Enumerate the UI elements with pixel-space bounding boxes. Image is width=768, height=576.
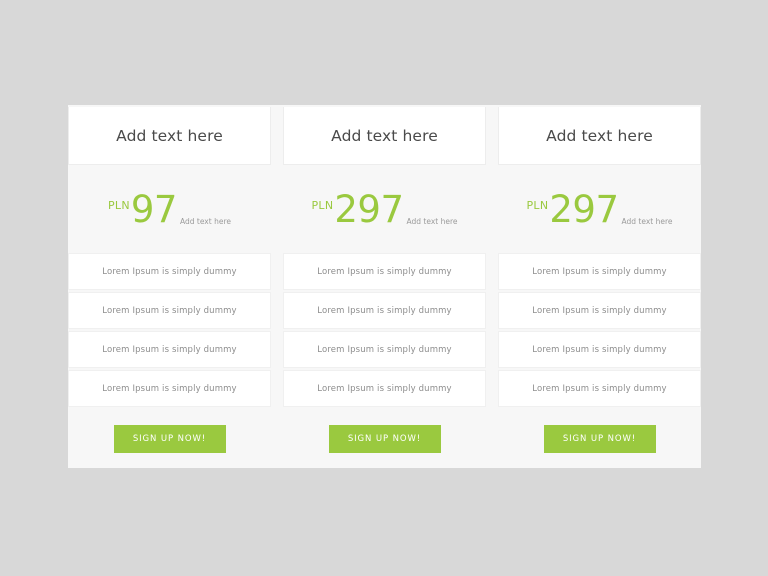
signup-button-2[interactable]: SIGN UP NOW! (328, 424, 441, 453)
price-amount-2: 297 (334, 187, 404, 231)
plan-header-2: Add text here (283, 107, 486, 165)
feature-text: Lorem Ipsum is simply dummy (317, 383, 452, 394)
price-inner-2: PLN 297 Add text here (311, 191, 457, 228)
plan-features-3: Lorem Ipsum is simply dummy Lorem Ipsum … (498, 253, 701, 409)
feature-text: Lorem Ipsum is simply dummy (102, 266, 237, 277)
plan-cta-1: SIGN UP NOW! (68, 409, 271, 468)
plan-title-3: Add text here (546, 126, 653, 145)
feature-text: Lorem Ipsum is simply dummy (102, 383, 237, 394)
feature-text: Lorem Ipsum is simply dummy (532, 383, 667, 394)
feature-row: Lorem Ipsum is simply dummy (68, 253, 271, 290)
feature-row: Lorem Ipsum is simply dummy (498, 253, 701, 290)
feature-row: Lorem Ipsum is simply dummy (498, 292, 701, 329)
feature-text: Lorem Ipsum is simply dummy (317, 305, 452, 316)
price-currency-3: PLN (526, 198, 549, 212)
feature-row: Lorem Ipsum is simply dummy (283, 292, 486, 329)
price-currency-1: PLN (108, 198, 130, 212)
feature-text: Lorem Ipsum is simply dummy (532, 266, 667, 277)
plan-header-3: Add text here (498, 107, 701, 165)
feature-row: Lorem Ipsum is simply dummy (283, 370, 486, 407)
plan-column-1: Add text here PLN 97 Add text here Lorem… (68, 105, 271, 468)
price-suffix-3: Add text here (621, 216, 673, 226)
plan-header-1: Add text here (68, 107, 271, 165)
price-suffix-1: Add text here (179, 216, 231, 226)
signup-button-1[interactable]: SIGN UP NOW! (113, 424, 226, 453)
feature-text: Lorem Ipsum is simply dummy (317, 344, 452, 355)
feature-row: Lorem Ipsum is simply dummy (68, 370, 271, 407)
plan-cta-2: SIGN UP NOW! (283, 409, 486, 468)
price-currency-2: PLN (311, 198, 334, 212)
price-amount-3: 297 (549, 187, 619, 231)
price-inner-3: PLN 297 Add text here (526, 191, 672, 228)
plan-features-1: Lorem Ipsum is simply dummy Lorem Ipsum … (68, 253, 271, 409)
price-amount-1: 97 (130, 187, 178, 231)
signup-button-3[interactable]: SIGN UP NOW! (543, 424, 656, 453)
column-gap (271, 105, 283, 468)
price-suffix-2: Add text here (406, 216, 458, 226)
pricing-columns: Add text here PLN 97 Add text here Lorem… (68, 105, 701, 468)
feature-row: Lorem Ipsum is simply dummy (283, 253, 486, 290)
plan-title-2: Add text here (331, 126, 438, 145)
pricing-table-panel: Add text here PLN 97 Add text here Lorem… (68, 105, 701, 468)
feature-text: Lorem Ipsum is simply dummy (317, 266, 452, 277)
plan-title-1: Add text here (116, 126, 223, 145)
feature-text: Lorem Ipsum is simply dummy (532, 344, 667, 355)
feature-row: Lorem Ipsum is simply dummy (68, 331, 271, 368)
feature-row: Lorem Ipsum is simply dummy (498, 331, 701, 368)
plan-cta-3: SIGN UP NOW! (498, 409, 701, 468)
feature-row: Lorem Ipsum is simply dummy (498, 370, 701, 407)
feature-text: Lorem Ipsum is simply dummy (102, 305, 237, 316)
price-inner-1: PLN 97 Add text here (108, 191, 231, 228)
feature-row: Lorem Ipsum is simply dummy (283, 331, 486, 368)
column-gap (486, 105, 498, 468)
feature-text: Lorem Ipsum is simply dummy (532, 305, 667, 316)
plan-column-2: Add text here PLN 297 Add text here Lore… (283, 105, 486, 468)
feature-text: Lorem Ipsum is simply dummy (102, 344, 237, 355)
plan-price-1: PLN 97 Add text here (68, 165, 271, 253)
plan-price-3: PLN 297 Add text here (498, 165, 701, 253)
feature-row: Lorem Ipsum is simply dummy (68, 292, 271, 329)
plan-column-3: Add text here PLN 297 Add text here Lore… (498, 105, 701, 468)
plan-features-2: Lorem Ipsum is simply dummy Lorem Ipsum … (283, 253, 486, 409)
plan-price-2: PLN 297 Add text here (283, 165, 486, 253)
